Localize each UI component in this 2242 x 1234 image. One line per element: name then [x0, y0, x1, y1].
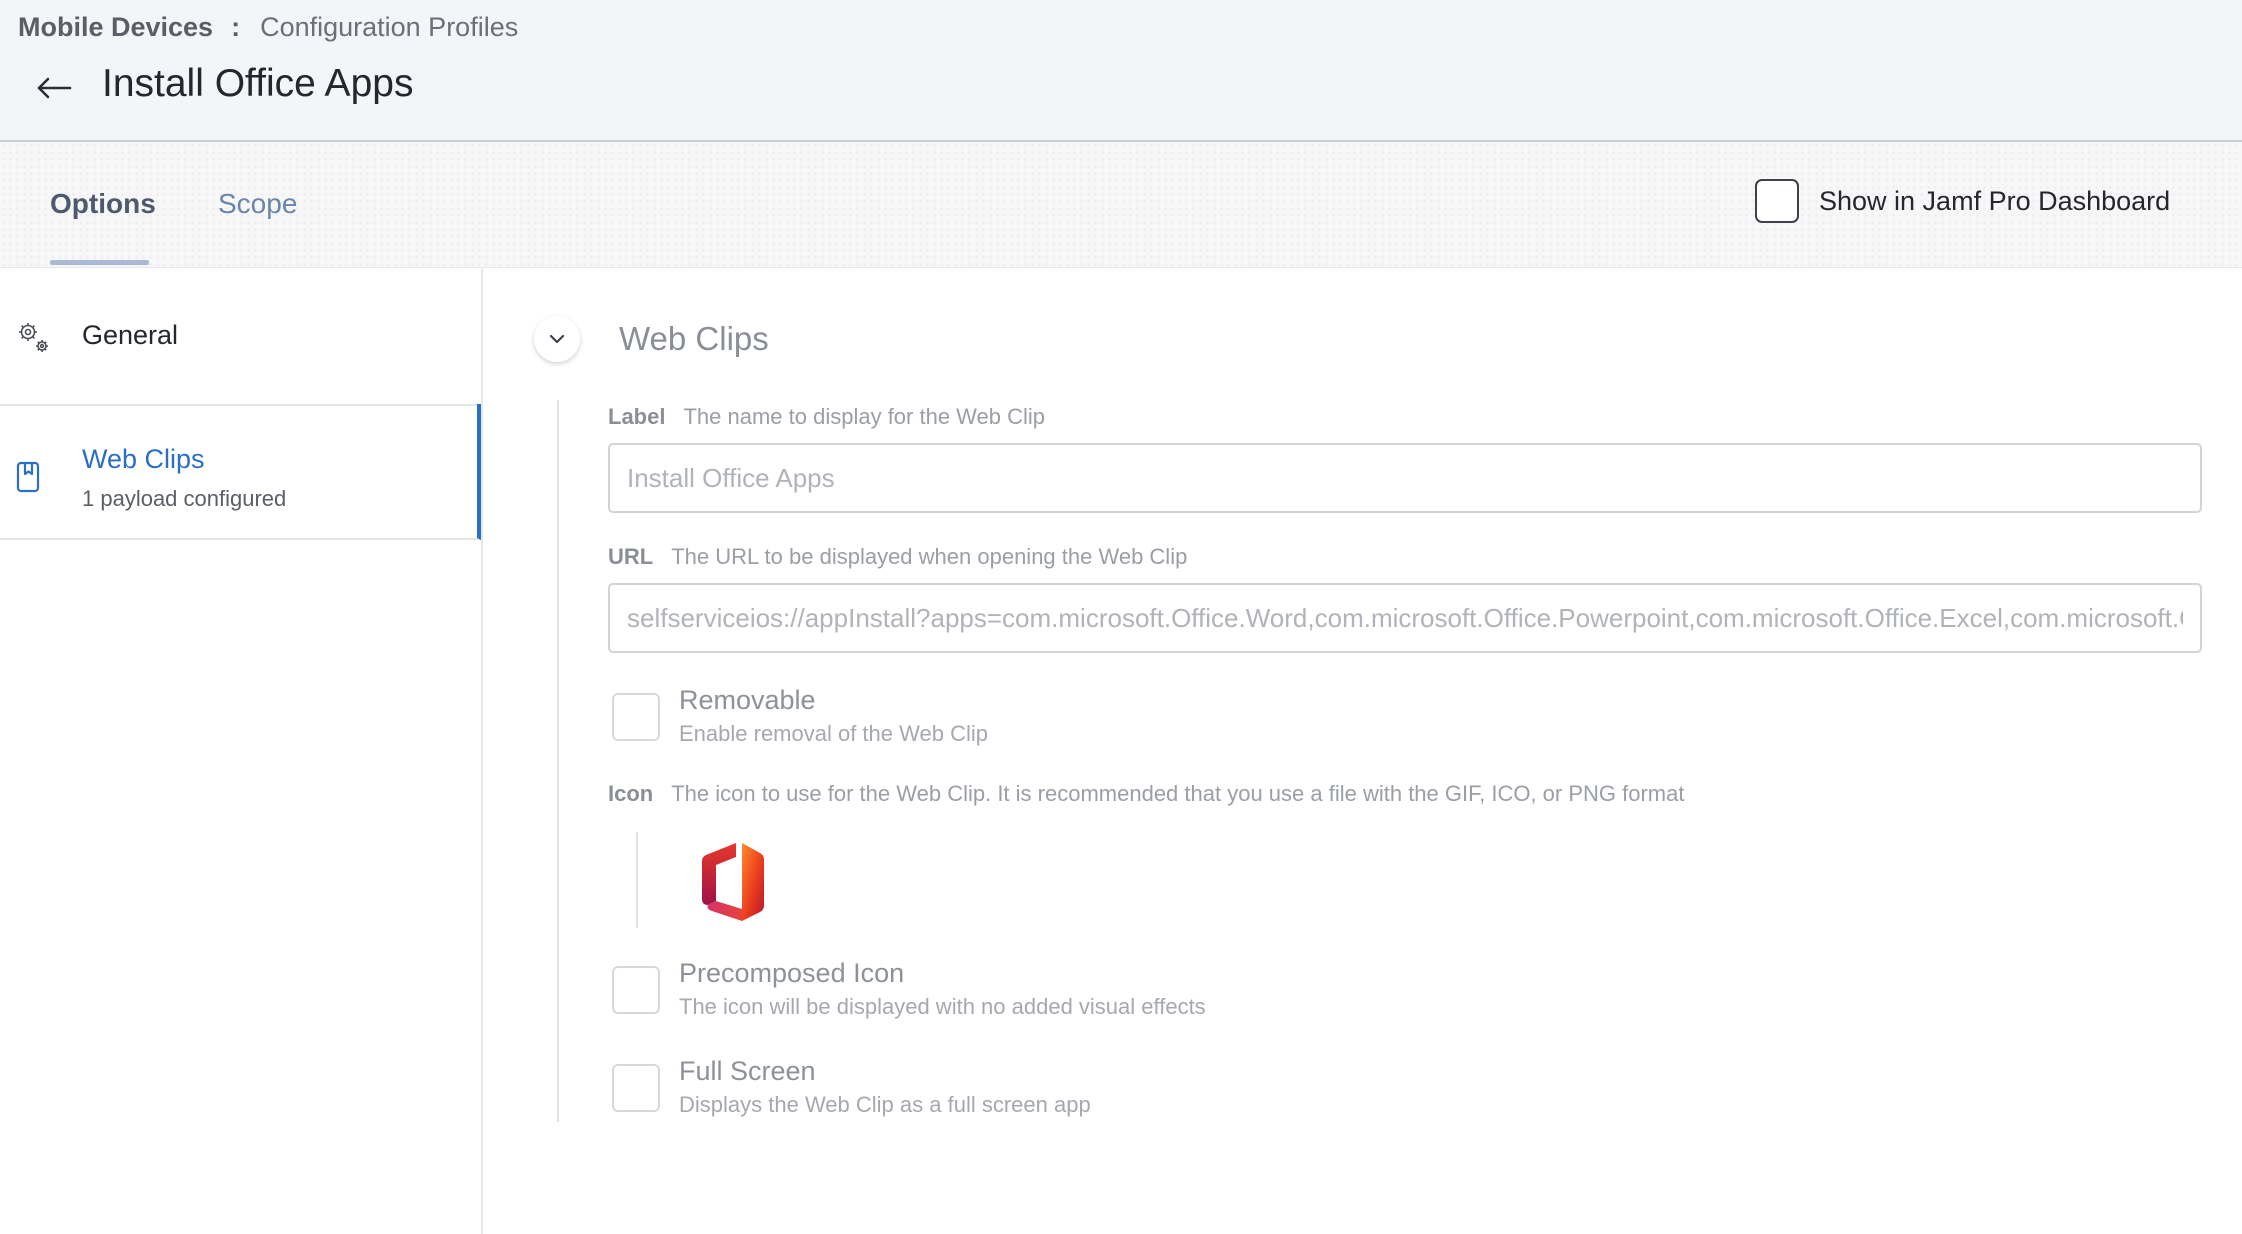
- gears-icon: [16, 320, 52, 361]
- section-divider: [557, 400, 559, 1122]
- icon-field-name: Icon: [608, 781, 654, 806]
- full-screen-description: Displays the Web Clip as a full screen a…: [679, 1092, 1091, 1117]
- breadcrumb: Mobile Devices : Configuration Profiles: [18, 12, 518, 43]
- label-field-name: Label: [608, 404, 666, 429]
- show-in-dashboard-checkbox[interactable]: [1755, 179, 1799, 223]
- show-in-dashboard-toggle[interactable]: Show in Jamf Pro Dashboard: [1755, 179, 2170, 223]
- breadcrumb-configuration-profiles[interactable]: Configuration Profiles: [260, 12, 518, 43]
- collapse-section-button[interactable]: [534, 316, 580, 362]
- active-tab-indicator: [50, 260, 149, 265]
- label-input[interactable]: [608, 443, 2202, 513]
- precomposed-icon-checkbox[interactable]: [612, 966, 660, 1014]
- full-screen-checkbox[interactable]: [612, 1064, 660, 1112]
- removable-title: Removable: [679, 685, 816, 715]
- payload-sidebar: General Web Clips 1 payload configured: [0, 268, 483, 1234]
- arrow-left-icon: [37, 77, 72, 99]
- sidebar-item-web-clips-label: Web Clips: [82, 444, 205, 474]
- precomposed-icon-title: Precomposed Icon: [679, 958, 905, 988]
- icon-field-description: The icon to use for the Web Clip. It is …: [671, 781, 1685, 806]
- office-logo-icon: [698, 839, 768, 930]
- sidebar-item-web-clips[interactable]: Web Clips 1 payload configured: [0, 404, 481, 540]
- label-field-heading: Label The name to display for the Web Cli…: [608, 404, 1045, 430]
- show-in-dashboard-label: Show in Jamf Pro Dashboard: [1819, 185, 2171, 216]
- section-title: Web Clips: [619, 320, 769, 357]
- payload-content: Web Clips Label The name to display for t…: [483, 268, 2242, 1234]
- url-input[interactable]: [608, 583, 2202, 653]
- sidebar-item-general-label: General: [82, 320, 179, 350]
- full-screen-title: Full Screen: [679, 1056, 816, 1086]
- removable-checkbox[interactable]: [612, 693, 660, 741]
- chevron-down-icon: [549, 334, 565, 344]
- tab-scope[interactable]: Scope: [218, 188, 297, 220]
- sidebar-item-general[interactable]: General: [0, 268, 479, 406]
- web-clip-icon: [16, 460, 42, 499]
- page-title: Install Office Apps: [102, 62, 414, 105]
- back-button[interactable]: [34, 68, 74, 108]
- precomposed-icon-description: The icon will be displayed with no added…: [679, 994, 1206, 1019]
- payload-count: 1 payload configured: [82, 486, 287, 511]
- breadcrumb-separator: :: [231, 12, 241, 42]
- tab-bar: Options Scope Show in Jamf Pro Dashboard: [0, 142, 2242, 268]
- tab-options[interactable]: Options: [50, 188, 156, 220]
- label-field-description: The name to display for the Web Clip: [683, 404, 1046, 429]
- url-field-description: The URL to be displayed when opening the…: [671, 544, 1188, 569]
- url-field-heading: URL The URL to be displayed when opening …: [608, 544, 1187, 570]
- icon-divider: [636, 832, 638, 928]
- breadcrumb-mobile-devices[interactable]: Mobile Devices: [18, 12, 213, 43]
- page-header: Mobile Devices : Configuration Profiles …: [0, 0, 2242, 142]
- url-field-name: URL: [608, 544, 654, 569]
- icon-field-heading: Icon The icon to use for the Web Clip. It…: [608, 781, 1684, 807]
- removable-description: Enable removal of the Web Clip: [679, 721, 988, 746]
